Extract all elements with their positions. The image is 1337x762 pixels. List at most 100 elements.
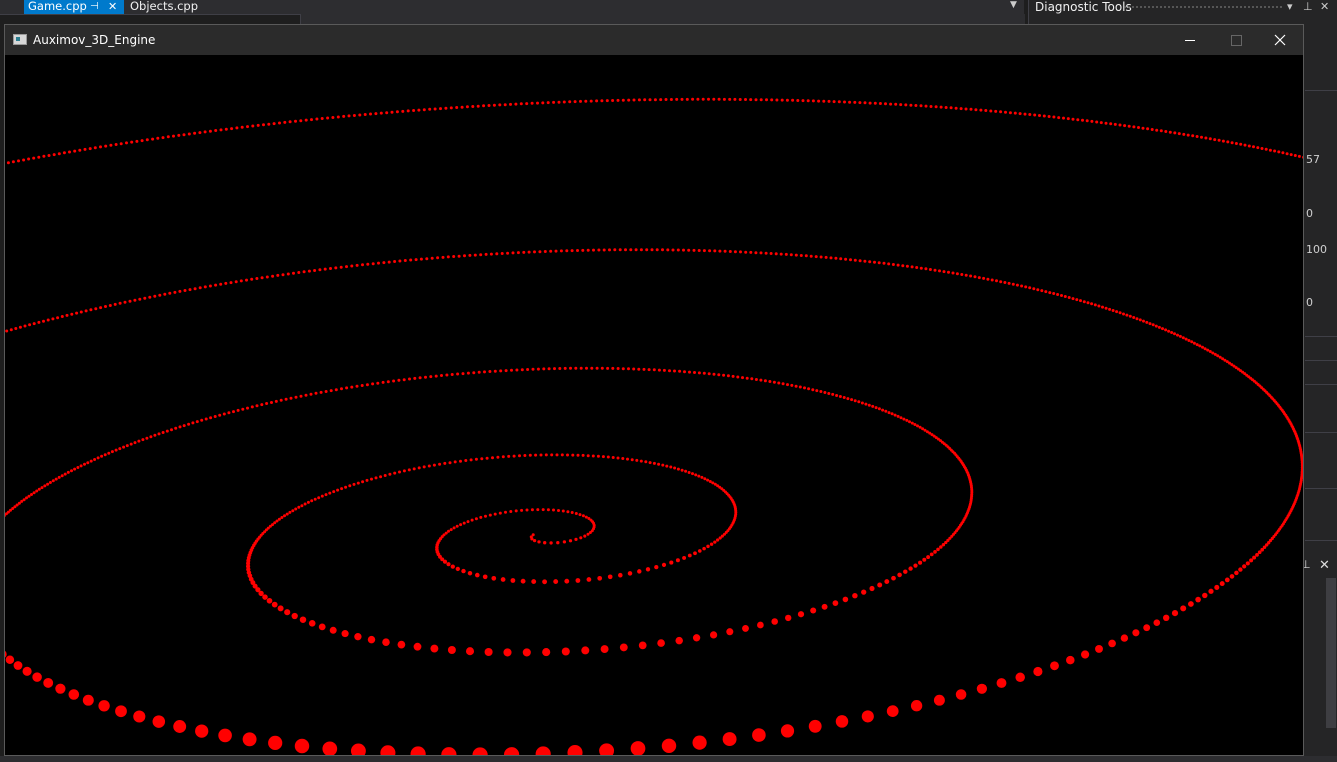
particle-dot [104, 144, 108, 148]
minimize-button[interactable] [1167, 25, 1213, 55]
particle-dot [519, 102, 523, 106]
particle-dot [1118, 123, 1122, 127]
particle-dot [388, 472, 392, 476]
particle-dot [986, 277, 990, 281]
particle-dot [32, 672, 42, 682]
particle-dot [441, 255, 445, 259]
chevron-down-icon[interactable]: ▾ [1287, 0, 1293, 13]
particle-dot [624, 248, 627, 252]
pin-icon[interactable]: ⊣ [90, 0, 99, 13]
particle-dot [113, 302, 117, 306]
particle-spiral [5, 97, 1303, 755]
particle-dot [701, 97, 705, 101]
particle-dot [1200, 135, 1203, 139]
particle-dot [723, 249, 727, 253]
particle-dot [291, 509, 295, 513]
particle-dot [452, 526, 456, 530]
particle-dot [924, 267, 928, 271]
particle-dot [342, 114, 346, 118]
particle-dot [780, 98, 784, 102]
close-button[interactable] [1257, 25, 1303, 55]
particle-dot [1024, 285, 1028, 289]
tab-game-cpp[interactable]: Game.cpp ⊣ ✕ [24, 0, 124, 14]
particle-dot [544, 453, 548, 457]
particle-dot [785, 98, 789, 102]
particle-dot [905, 418, 909, 422]
window-titlebar[interactable]: Auximov_3D_Engine [5, 25, 1303, 55]
particle-dot [504, 510, 507, 514]
particle-dot [79, 464, 83, 468]
particle-dot [1192, 341, 1196, 345]
particle-dot [745, 376, 749, 380]
tab-objects-cpp[interactable]: Objects.cpp [126, 0, 216, 14]
particle-dot [1082, 300, 1086, 304]
particle-dot [583, 534, 587, 538]
particle-dot [733, 250, 737, 254]
particle-dot [887, 411, 891, 415]
particle-dot [432, 463, 436, 467]
pin-icon[interactable]: ⊥ [1303, 0, 1313, 13]
particle-dot [472, 371, 476, 375]
particle-dot [356, 481, 360, 485]
close-icon[interactable]: ✕ [108, 0, 117, 13]
particle-dot [629, 248, 633, 252]
particle-dot [799, 254, 803, 257]
close-icon[interactable]: ✕ [1320, 0, 1329, 13]
particle-dot [149, 435, 153, 439]
particle-dot [274, 399, 278, 403]
particle-dot [340, 487, 344, 491]
particle-dot [218, 728, 232, 743]
app-window-icon [13, 34, 27, 45]
particle-dot [1187, 339, 1191, 342]
particle-dot [499, 369, 503, 373]
panel-grip[interactable] [1123, 5, 1283, 10]
particle-dot [750, 377, 754, 381]
scrollbar[interactable] [1326, 578, 1336, 728]
particle-dot [810, 607, 817, 614]
particle-dot [884, 579, 890, 585]
particle-dot [749, 250, 753, 254]
particle-dot [955, 689, 967, 700]
particle-dot [595, 99, 599, 103]
particle-dot [616, 98, 620, 102]
particle-dot [708, 249, 712, 253]
particle-dot [685, 97, 689, 101]
render-canvas[interactable] [5, 55, 1303, 755]
particle-dot [536, 508, 540, 512]
particle-dot [318, 623, 326, 631]
particle-dot [262, 123, 265, 127]
particle-dot [715, 538, 720, 542]
particle-dot [379, 475, 383, 479]
particle-dot [32, 491, 36, 495]
particle-dot [579, 536, 583, 540]
particle-dot [141, 438, 145, 442]
particle-dot [928, 268, 932, 271]
particle-dot [657, 462, 661, 466]
particle-dot [891, 263, 895, 266]
particle-dot [133, 710, 146, 723]
particle-dot [860, 401, 864, 405]
tabs-dropdown-icon[interactable]: ▼ [1010, 0, 1017, 10]
particle-dot [265, 275, 269, 279]
particle-dot [43, 484, 47, 488]
particle-dot [1062, 116, 1065, 120]
particle-dot [406, 109, 410, 113]
close-icon[interactable]: ✕ [1319, 558, 1330, 573]
particle-dot [484, 252, 488, 256]
particle-dot [1249, 558, 1254, 563]
maximize-button[interactable] [1213, 25, 1259, 55]
particle-dot [522, 648, 531, 657]
particle-dot [271, 601, 278, 608]
particle-dot [422, 465, 426, 469]
particle-dot [177, 133, 181, 137]
particle-dot [224, 127, 228, 131]
particle-dot [157, 432, 161, 436]
particle-dot [538, 250, 542, 254]
particle-dot [54, 477, 58, 481]
particle-dot [754, 98, 758, 102]
particle-dot [871, 404, 875, 408]
particle-dot [1044, 290, 1048, 294]
particle-dot [722, 97, 726, 101]
particle-dot [585, 366, 588, 370]
particle-dot [94, 307, 98, 311]
